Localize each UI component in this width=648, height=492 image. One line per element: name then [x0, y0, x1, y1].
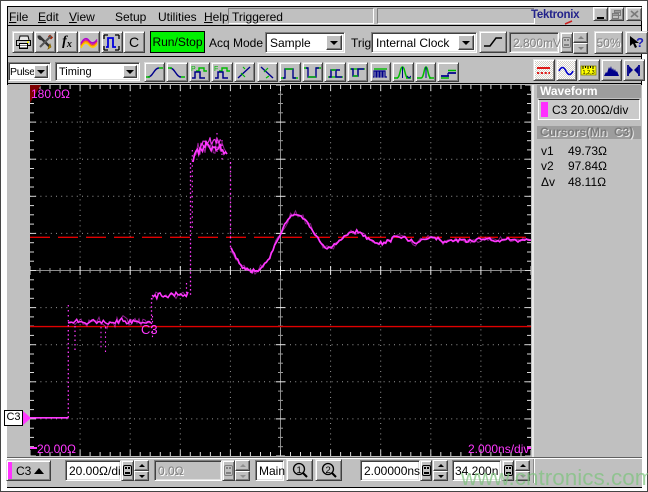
svg-text:1: 1 [296, 465, 301, 476]
svg-text:1,2,3: 1,2,3 [583, 70, 595, 76]
svg-text:2: 2 [325, 465, 330, 476]
svg-text:C3: C3 [141, 322, 158, 337]
svg-text:?: ? [636, 35, 644, 50]
